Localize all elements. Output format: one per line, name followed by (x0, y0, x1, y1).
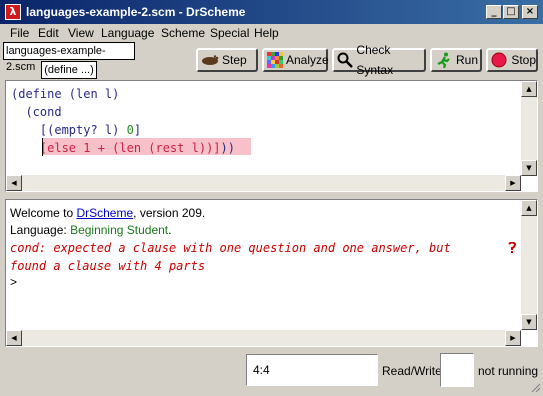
running-status: not running (478, 364, 539, 378)
check-syntax-button[interactable]: Check Syntax (332, 43, 426, 77)
scroll-left-arrow-icon[interactable]: ◀ (6, 330, 22, 346)
code-line-1: (define (len l) (11, 87, 120, 101)
menu-scheme[interactable]: Scheme (161, 25, 205, 41)
check-syntax-label: Check Syntax (356, 43, 394, 77)
scroll-down-arrow-icon[interactable]: ▼ (521, 314, 537, 330)
menu-edit[interactable]: Edit (38, 25, 59, 41)
window-title: languages-example-2.scm - DrScheme (26, 5, 246, 19)
code-line-2: (cond (11, 105, 62, 119)
magnifier-icon (337, 52, 353, 68)
scroll-right-arrow-icon[interactable]: ▶ (505, 330, 521, 346)
definitions-horizontal-scrollbar[interactable] (6, 175, 521, 191)
interactions-window[interactable]: Welcome to DrScheme, version 209. Langua… (5, 199, 538, 347)
analyze-button[interactable]: Analyze (262, 48, 329, 72)
cursor-position: 4:4 (246, 354, 378, 386)
scroll-down-arrow-icon[interactable]: ▼ (521, 160, 537, 176)
running-man-icon (435, 52, 453, 69)
drscheme-link[interactable]: DrScheme (76, 206, 133, 220)
language-line: Language: Beginning Student. (10, 223, 172, 237)
menu-language[interactable]: Language (101, 25, 154, 41)
code-line-3: [(empty? l) 0] (11, 123, 142, 137)
resize-grip-icon[interactable] (530, 382, 541, 393)
stop-button[interactable]: Stop (486, 48, 538, 72)
define-popup-menu[interactable]: (define ...) (41, 61, 97, 79)
filename-button[interactable]: languages-example-2.scm (3, 42, 135, 73)
step-button[interactable]: Step (196, 48, 258, 72)
step-label: Step (222, 53, 247, 67)
minimize-button[interactable]: _ (486, 5, 502, 19)
interactions-vertical-scrollbar[interactable] (521, 200, 537, 330)
menu-special[interactable]: Special (210, 25, 249, 41)
menu-view[interactable]: View (68, 25, 94, 41)
menu-file[interactable]: File (10, 25, 29, 41)
error-message-line-1: cond: expected a clause with one questio… (10, 241, 451, 255)
scroll-right-arrow-icon[interactable]: ▶ (505, 175, 521, 191)
scroll-up-arrow-icon[interactable]: ▲ (521, 200, 537, 216)
code-line-4: [else 1 + (len (rest l))])) (39, 141, 235, 155)
menu-help[interactable]: Help (254, 25, 279, 41)
analyze-label: Analyze (286, 53, 329, 67)
scroll-up-arrow-icon[interactable]: ▲ (521, 81, 537, 97)
welcome-line: Welcome to DrScheme, version 209. (10, 206, 206, 220)
drscheme-lambda-icon[interactable]: λ (5, 4, 21, 20)
stop-circle-icon (491, 52, 508, 68)
run-label: Run (456, 53, 479, 67)
read-write-mode: Read/Write (382, 364, 442, 378)
gc-indicator (440, 353, 474, 387)
maximize-button[interactable]: □ (503, 5, 519, 19)
mosaic-icon (267, 52, 283, 68)
footprint-icon (201, 52, 219, 68)
error-message-line-2: found a clause with 4 parts (10, 259, 206, 273)
error-jump-icon[interactable] (508, 241, 517, 253)
text-cursor (42, 138, 43, 156)
stop-label: Stop (511, 53, 536, 67)
interactions-horizontal-scrollbar[interactable] (6, 330, 521, 346)
run-button[interactable]: Run (430, 48, 482, 72)
scroll-left-arrow-icon[interactable]: ◀ (6, 175, 22, 191)
close-button[interactable]: × (522, 5, 538, 19)
repl-prompt: > (10, 275, 18, 289)
